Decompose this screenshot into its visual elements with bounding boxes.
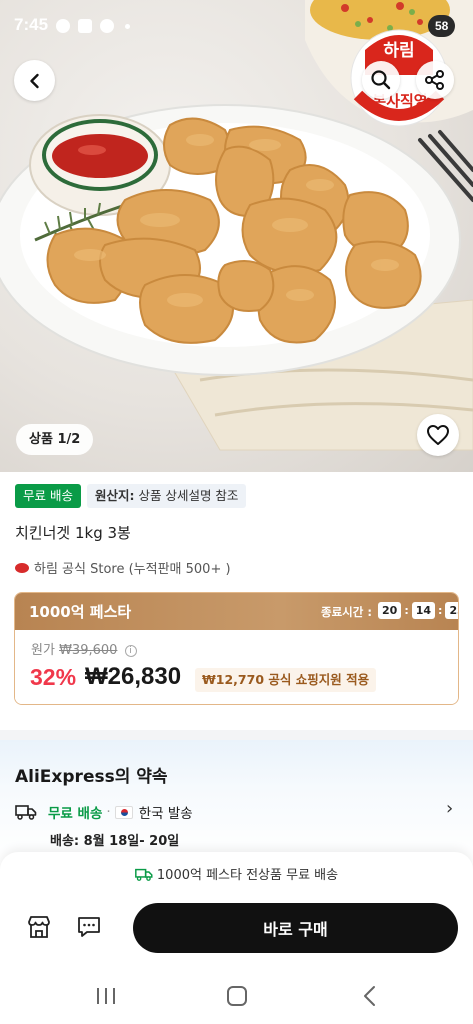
promise-section: AliExpress의 약속 무료 배송 · 한국 발송 › 배송: 8월 18… <box>0 740 473 860</box>
product-image[interactable]: 하림 본사직영 <box>0 0 473 472</box>
store-button[interactable] <box>22 910 56 944</box>
deal-body: 원가 ₩39,600 i 32% ₩26,830 ₩12,770 공식 쇼핑지원… <box>15 630 458 704</box>
deal-end-label: 종료시간 : <box>321 605 372 619</box>
search-button[interactable] <box>362 61 400 99</box>
origin-value: 상품 상세설명 참조 <box>138 488 239 503</box>
free-shipping-tag: 무료 배송 <box>15 484 81 508</box>
chat-icon <box>78 917 100 937</box>
bottom-action-bar: 1000억 페스타 전상품 무료 배송 바로 구매 <box>0 852 473 972</box>
sim-icon <box>78 19 92 33</box>
coupon-badge[interactable]: ₩12,770 공식 쇼핑지원 적용 <box>195 668 377 692</box>
korea-flag-icon <box>114 805 133 819</box>
status-time: 7:45 <box>14 15 49 34</box>
recent-apps-icon[interactable] <box>95 986 117 1006</box>
heart-icon <box>427 425 449 445</box>
app-c-icon <box>100 19 114 33</box>
store-link[interactable]: 하림 공식 Store (누적판매 500+ ) <box>15 558 231 577</box>
deal-card: 1000억 페스타 종료시간 : 20 : 14 : 23 원가 ₩39,600… <box>14 592 459 705</box>
image-counter: 상품 1/2 <box>16 424 94 455</box>
timer-hours: 20 <box>378 602 402 619</box>
nuggets-photo <box>0 0 473 451</box>
shipping-row[interactable]: 무료 배송 · 한국 발송 <box>15 802 193 822</box>
promise-free-shipping: 무료 배송 <box>48 806 103 822</box>
original-price-label: 원가 <box>31 643 55 658</box>
chevron-right-icon[interactable]: › <box>446 798 453 819</box>
deal-timer: 20 : 14 : 23 <box>378 602 458 619</box>
system-nav-bar <box>0 972 473 1024</box>
timer-minutes: 14 <box>411 602 436 619</box>
search-icon <box>371 70 391 90</box>
discount-rate: 32% <box>30 664 77 690</box>
store-logo-icon <box>15 562 29 573</box>
origin-label: 원산지: <box>94 488 135 503</box>
back-arrow-icon <box>29 73 39 88</box>
ship-from: 한국 발송 <box>138 806 193 822</box>
info-icon[interactable]: i <box>124 645 137 657</box>
sale-price: ₩26,830 <box>85 663 182 690</box>
deal-header: 1000억 페스타 종료시간 : 20 : 14 : 23 <box>15 593 458 630</box>
battery-badge: 58 <box>428 15 456 37</box>
original-price-row: 원가 ₩39,600 i <box>31 639 137 658</box>
back-button[interactable] <box>14 60 55 101</box>
truck-icon <box>134 868 153 881</box>
product-tags: 무료 배송 원산지: 상품 상세설명 참조 <box>15 484 247 508</box>
chat-button[interactable] <box>72 910 106 944</box>
home-icon[interactable] <box>227 986 247 1006</box>
share-button[interactable] <box>416 61 454 99</box>
cloud-icon <box>56 19 70 33</box>
promise-title: AliExpress의 약속 <box>15 767 168 787</box>
store-icon <box>28 916 50 938</box>
origin-tag: 원산지: 상품 상세설명 참조 <box>86 484 247 508</box>
delivery-date: 배송: 8월 18일- 20일 <box>50 834 180 849</box>
status-bar: 7:45 58 <box>0 0 473 52</box>
fest-notice-text: 1000억 페스타 전상품 무료 배송 <box>156 868 339 883</box>
timer-seconds: 23 <box>445 602 458 619</box>
store-name: 하림 공식 Store (누적판매 500+ ) <box>34 562 231 577</box>
section-divider <box>0 730 473 740</box>
fest-notice: 1000억 페스타 전상품 무료 배송 <box>0 864 473 883</box>
original-price: ₩39,600 <box>59 643 118 658</box>
share-icon <box>425 70 444 90</box>
deal-name: 1000억 페스타 <box>29 603 132 621</box>
notification-dot-icon <box>125 24 130 29</box>
promise-separator: · <box>106 804 111 820</box>
nav-back-icon[interactable] <box>360 984 380 1008</box>
truck-icon <box>15 805 37 820</box>
wishlist-button[interactable] <box>417 414 459 456</box>
product-title: 치킨너겟 1kg 3봉 <box>15 524 131 542</box>
buy-now-button[interactable]: 바로 구매 <box>133 903 458 953</box>
